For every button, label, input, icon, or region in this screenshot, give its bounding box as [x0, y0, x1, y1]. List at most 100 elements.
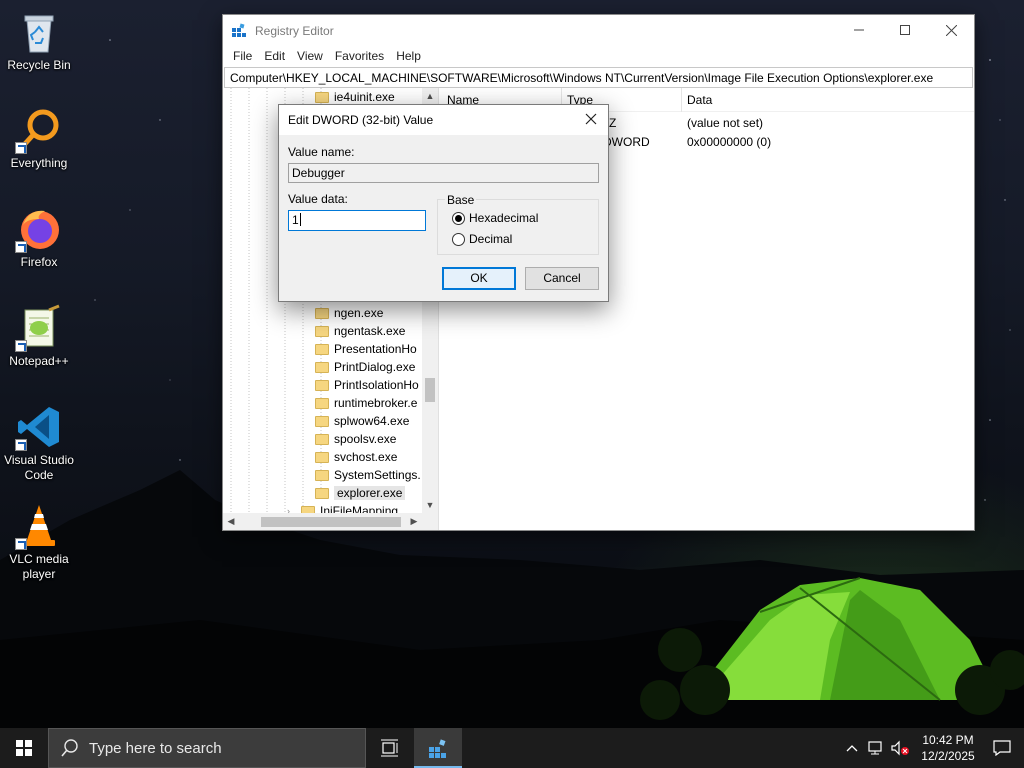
- column-header-data[interactable]: Data: [687, 93, 712, 107]
- minimize-button[interactable]: [836, 15, 882, 45]
- value-data-label: Value data:: [288, 192, 348, 206]
- tree-horizontal-scrollbar[interactable]: ◀ ▶: [223, 513, 438, 530]
- radio-unselected-icon: [452, 232, 465, 246]
- desktop-icon-label: Everything: [10, 156, 68, 170]
- menu-favorites[interactable]: Favorites: [329, 49, 390, 63]
- scroll-up-icon[interactable]: ▲: [422, 88, 438, 104]
- network-icon: [868, 741, 882, 755]
- value-data-input[interactable]: 1: [288, 210, 426, 231]
- value-name-label: Value name:: [288, 145, 355, 159]
- value-data: (value not set): [687, 116, 764, 130]
- folder-icon: [315, 415, 329, 427]
- scroll-thumb[interactable]: [425, 378, 435, 402]
- window-titlebar[interactable]: Registry Editor: [223, 15, 974, 46]
- hexadecimal-radio[interactable]: Hexadecimal: [452, 211, 538, 225]
- decimal-radio[interactable]: Decimal: [452, 232, 512, 246]
- text-caret: [299, 213, 301, 226]
- address-bar[interactable]: Computer\HKEY_LOCAL_MACHINE\SOFTWARE\Mic…: [224, 67, 973, 88]
- menu-help[interactable]: Help: [390, 49, 427, 63]
- desktop-icon-notepadpp[interactable]: Notepad++: [2, 304, 76, 369]
- task-view-button[interactable]: [366, 728, 414, 768]
- clock-date: 12/2/2025: [921, 749, 975, 763]
- tree-item[interactable]: spoolsv.exe: [315, 430, 396, 448]
- value-name-field: Debugger: [288, 163, 599, 183]
- tree-item[interactable]: PrintIsolationHo: [315, 376, 419, 394]
- tree-item[interactable]: ngentask.exe: [315, 322, 405, 340]
- tree-item[interactable]: svchost.exe: [315, 448, 397, 466]
- volume-button[interactable]: [888, 728, 912, 768]
- decimal-label: Decimal: [469, 232, 513, 246]
- search-icon: [61, 739, 78, 757]
- menu-edit[interactable]: Edit: [258, 49, 291, 63]
- desktop-icon-vscode[interactable]: Visual Studio Code: [2, 403, 76, 483]
- search-placeholder: Type here to search: [89, 739, 222, 757]
- expand-chevron-icon[interactable]: ›: [287, 506, 299, 513]
- desktop-icon-everything[interactable]: Everything: [2, 106, 76, 171]
- tree-item[interactable]: splwow64.exe: [315, 412, 409, 430]
- dialog-close-button[interactable]: [582, 110, 600, 128]
- edit-dword-dialog[interactable]: Edit DWORD (32-bit) Value Value name: De…: [278, 104, 609, 302]
- task-view-icon: [381, 739, 398, 757]
- menu-view[interactable]: View: [291, 49, 329, 63]
- desktop-icon-firefox[interactable]: Firefox: [2, 205, 76, 270]
- tree-item[interactable]: SystemSettings.: [315, 466, 421, 484]
- cancel-button[interactable]: Cancel: [525, 267, 599, 290]
- folder-icon: [315, 397, 329, 409]
- ok-button[interactable]: OK: [442, 267, 516, 290]
- taskbar-regedit-button[interactable]: [414, 728, 462, 768]
- scroll-down-icon[interactable]: ▼: [422, 497, 438, 513]
- taskbar-search-box[interactable]: Type here to search: [48, 728, 366, 768]
- hexadecimal-label: Hexadecimal: [469, 211, 539, 225]
- action-center-button[interactable]: [980, 728, 1024, 768]
- shortcut-arrow-icon: [15, 142, 27, 154]
- desktop-icon-vlc[interactable]: VLC media player: [2, 502, 76, 582]
- value-type: DWORD: [603, 135, 650, 149]
- clock-time: 10:42 PM: [922, 733, 974, 747]
- folder-icon: [301, 505, 315, 513]
- radio-selected-icon: [452, 211, 465, 225]
- tree-item-selected[interactable]: explorer.exe: [315, 484, 406, 502]
- value-data-text: 1: [292, 213, 299, 227]
- notepadpp-icon: [15, 304, 63, 352]
- desktop-icon-label: VLC media player: [9, 552, 69, 581]
- scroll-right-icon[interactable]: ▶: [406, 513, 422, 530]
- desktop-icon-label: Recycle Bin: [7, 58, 71, 72]
- show-hidden-icons-button[interactable]: [840, 728, 864, 768]
- windows-logo-icon: [16, 740, 32, 756]
- taskbar-clock[interactable]: 10:42 PM 12/2/2025: [916, 732, 980, 764]
- registry-editor-icon: [232, 23, 246, 37]
- tree-item[interactable]: PrintDialog.exe: [315, 358, 415, 376]
- folder-icon: [315, 91, 329, 103]
- scroll-thumb[interactable]: [261, 517, 401, 527]
- vlc-cone-icon: [15, 502, 63, 550]
- start-button[interactable]: [0, 728, 48, 768]
- menu-bar: File Edit View Favorites Help: [223, 46, 974, 66]
- tree-item[interactable]: ngen.exe: [315, 304, 383, 322]
- column-divider[interactable]: [681, 88, 682, 112]
- shortcut-arrow-icon: [15, 439, 27, 451]
- dialog-titlebar[interactable]: Edit DWORD (32-bit) Value: [279, 105, 608, 135]
- dialog-title: Edit DWORD (32-bit) Value: [288, 113, 434, 127]
- vscode-icon: [15, 403, 63, 451]
- desktop-icon-recycle-bin[interactable]: Recycle Bin: [2, 8, 76, 73]
- folder-icon: [315, 361, 329, 373]
- everything-search-icon: [15, 106, 63, 154]
- menu-file[interactable]: File: [227, 49, 258, 63]
- tree-item[interactable]: runtimebroker.e: [315, 394, 417, 412]
- folder-icon: [315, 325, 329, 337]
- tree-item[interactable]: PresentationHo: [315, 340, 417, 358]
- value-data: 0x00000000 (0): [687, 135, 772, 149]
- shortcut-arrow-icon: [15, 241, 27, 253]
- close-icon: [585, 113, 597, 125]
- tree-item[interactable]: › IniFileMapping: [287, 502, 398, 513]
- base-groupbox: [437, 199, 599, 255]
- scroll-left-icon[interactable]: ◀: [223, 513, 239, 530]
- system-tray: 10:42 PM 12/2/2025: [840, 728, 1024, 768]
- close-button[interactable]: [928, 15, 974, 45]
- network-button[interactable]: [864, 728, 888, 768]
- volume-muted-icon: [891, 740, 909, 756]
- maximize-button[interactable]: [882, 15, 928, 45]
- folder-icon: [315, 433, 329, 445]
- folder-icon: [315, 451, 329, 463]
- minimize-icon: [854, 29, 864, 31]
